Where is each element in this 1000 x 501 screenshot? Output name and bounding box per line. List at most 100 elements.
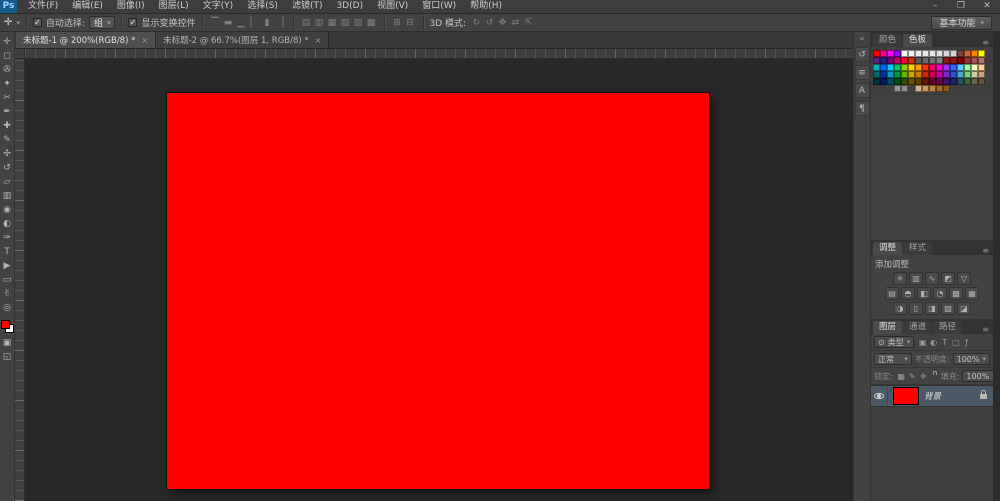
edit-in-quick-mask-button[interactable]: ▣ [0,336,14,350]
tab-swatches[interactable]: 色板 [903,34,933,47]
menu-3d[interactable]: 3D(D) [329,0,370,13]
restore-button[interactable]: ❐ [948,0,974,13]
swatch[interactable] [880,57,887,64]
swatch[interactable] [978,50,985,57]
curves-adjustment-icon[interactable]: ∿ [925,272,939,285]
auto-select-dropdown[interactable]: 组 ▾ [88,16,116,29]
adjustment-layer-filter-icon[interactable]: ◐ [928,338,939,347]
swatch[interactable] [901,57,908,64]
swatch[interactable] [873,57,880,64]
distribute-left-edges-icon[interactable]: ▧ [339,18,352,28]
swatch[interactable] [915,78,922,85]
swatch[interactable] [887,57,894,64]
swatch[interactable] [894,85,901,92]
gradient-tool[interactable]: ▥ [0,189,14,203]
swatch[interactable] [894,71,901,78]
swatch[interactable] [950,50,957,57]
menu-edit[interactable]: 编辑(E) [65,0,110,13]
type-tool[interactable]: T [0,245,14,259]
swatch[interactable] [936,85,943,92]
menu-view[interactable]: 视图(V) [370,0,415,13]
align-top-edges-icon[interactable]: ▔ [209,18,222,28]
swatch[interactable] [922,50,929,57]
swatch[interactable] [915,50,922,57]
invert-adjustment-icon[interactable]: ◑ [893,302,907,315]
3d-slide-icon[interactable]: ⇄ [509,18,522,28]
swatch[interactable] [915,71,922,78]
auto-align-layers-icon[interactable]: ⊞ [391,18,404,28]
swatch[interactable] [887,64,894,71]
close-icon[interactable]: × [141,36,148,45]
swatch[interactable] [957,78,964,85]
crop-tool[interactable]: ✂ [0,91,14,105]
3d-axis-icon[interactable]: ⊟ [404,18,417,28]
auto-select-checkbox[interactable]: ✓ [32,18,42,27]
photo-filter-adjustment-icon[interactable]: ◔ [933,287,947,300]
minimize-button[interactable]: – [922,0,948,13]
swatch[interactable] [943,50,950,57]
menu-filter[interactable]: 滤镜(T) [285,0,330,13]
3d-drag-icon[interactable]: ✥ [496,18,509,28]
rectangle-tool[interactable]: ▭ [0,273,14,287]
channel-mixer-adjustment-icon[interactable]: ▩ [949,287,963,300]
swatch[interactable] [971,64,978,71]
move-tool-preset-icon[interactable]: ✛ [4,17,12,28]
swatch[interactable] [873,78,880,85]
swatch[interactable] [943,71,950,78]
swatch[interactable] [950,78,957,85]
swatch[interactable] [950,57,957,64]
swatch[interactable] [929,71,936,78]
swatch[interactable] [943,85,950,92]
vibrance-adjustment-icon[interactable]: ▽ [957,272,971,285]
align-vertical-centers-icon[interactable]: ▬ [222,18,235,28]
hand-tool[interactable]: ✌ [0,287,14,301]
move-tool[interactable]: ✛ [0,35,14,49]
swatch[interactable] [908,57,915,64]
zoom-tool[interactable]: ◎ [0,301,14,315]
swatch[interactable] [908,78,915,85]
show-transform-checkbox[interactable]: ✓ [128,18,138,27]
menu-help[interactable]: 帮助(H) [463,0,509,13]
swatch[interactable] [964,78,971,85]
lock-position-icon[interactable]: ✛ [918,372,929,381]
foreground-color-swatch[interactable] [0,320,10,329]
swatch[interactable] [929,85,936,92]
selective-color-adjustment-icon[interactable]: ◪ [957,302,971,315]
shape-layer-filter-icon[interactable]: ▢ [950,338,961,347]
swatch[interactable] [922,64,929,71]
path-selection-tool[interactable]: ▶ [0,259,14,273]
menu-file[interactable]: 文件(F) [21,0,65,13]
swatch[interactable] [908,50,915,57]
swatch[interactable] [894,64,901,71]
swatch[interactable] [880,64,887,71]
swatch[interactable] [887,78,894,85]
3d-scale-icon[interactable]: ⇱ [522,18,535,28]
swatch[interactable] [880,50,887,57]
distribute-right-edges-icon[interactable]: ▩ [365,18,378,28]
swatch[interactable] [922,71,929,78]
swatch[interactable] [894,57,901,64]
swatch[interactable] [922,57,929,64]
swatch[interactable] [971,57,978,64]
swatch[interactable] [922,85,929,92]
quick-selection-tool[interactable]: ✦ [0,77,14,91]
swatch[interactable] [971,50,978,57]
swatch[interactable] [873,71,880,78]
smart-object-filter-icon[interactable]: ƒ [961,338,972,347]
eyedropper-tool[interactable]: ✒ [0,105,14,119]
hue-saturation-adjustment-icon[interactable]: ▤ [885,287,899,300]
swatch[interactable] [915,57,922,64]
clone-stamp-tool[interactable]: ✣ [0,147,14,161]
swatch[interactable] [929,50,936,57]
tab-layers[interactable]: 图层 [873,321,903,334]
swatch[interactable] [936,71,943,78]
swatch[interactable] [978,78,985,85]
lock-image-pixels-icon[interactable]: ✎ [907,372,918,381]
layer-name[interactable]: 背景 [924,390,980,402]
tab-color[interactable]: 颜色 [873,34,903,47]
close-button[interactable]: ✕ [974,0,1000,13]
menu-select[interactable]: 选择(S) [240,0,285,13]
layer-row-background[interactable]: 背景 [871,385,993,407]
tab-styles[interactable]: 样式 [903,242,933,255]
swatch[interactable] [873,50,880,57]
